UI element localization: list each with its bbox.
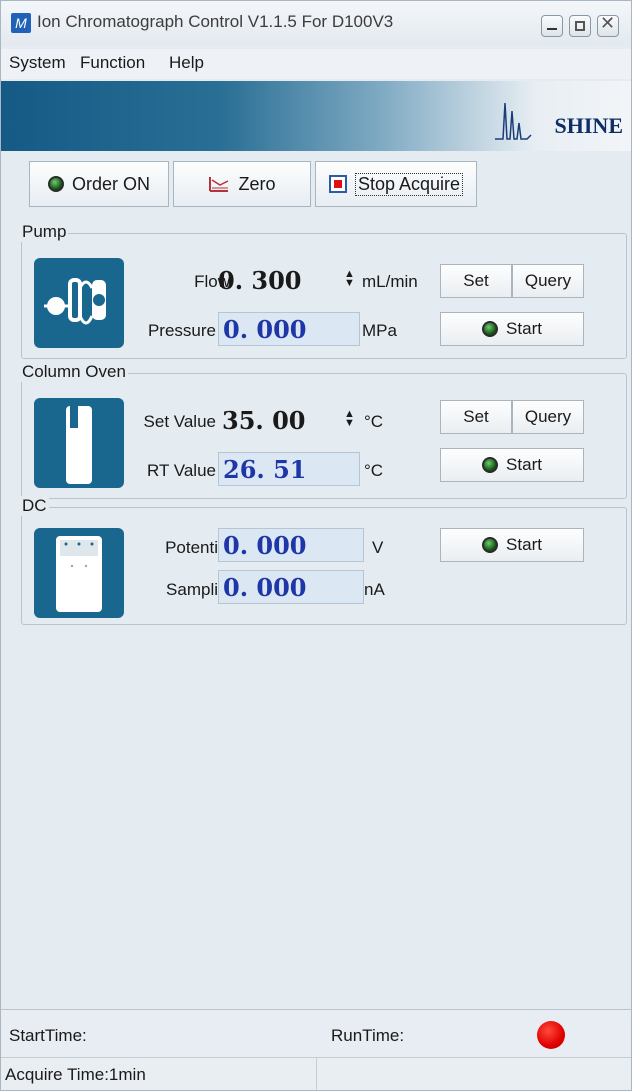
dc-title: DC	[20, 496, 49, 516]
pump-set-button[interactable]: Set	[440, 264, 512, 298]
oven-set-value-stepper[interactable]: ▲ ▼	[344, 409, 355, 429]
stop-acquire-label: Stop Acquire	[354, 172, 464, 196]
led-icon	[482, 321, 499, 337]
rt-value-label: RT Value	[147, 461, 216, 480]
pressure-label: Pressure	[147, 321, 216, 340]
zero-chart-icon	[209, 177, 229, 192]
pressure-unit: MPa	[362, 321, 397, 340]
potential-value: 0. 000	[218, 528, 364, 562]
oven-set-value-input[interactable]: 35. 00	[218, 404, 344, 438]
detector-icon	[34, 528, 124, 618]
oven-start-label: Start	[506, 455, 542, 474]
column-oven-icon	[34, 398, 124, 488]
status-indicator-icon	[537, 1021, 565, 1049]
sampling-unit: nA	[364, 580, 385, 599]
close-button[interactable]: ✕	[597, 13, 619, 37]
sampling-label: Sampli	[166, 580, 218, 599]
dc-start-button[interactable]: Start	[440, 528, 584, 562]
zero-label: Zero	[238, 173, 276, 194]
sampling-value: 0. 000	[218, 570, 364, 604]
toolbar: Order ON Zero Stop Acquire	[1, 153, 631, 213]
pump-group: Pump Flow 0. 300 ▲ ▼ mL/min Pressure 0. 0…	[20, 222, 627, 359]
pump-title: Pump	[20, 222, 69, 242]
potential-unit: V	[372, 538, 384, 557]
dc-group: DC Potenti 0. 000 V Sampli 0. 000 nA Sta…	[20, 496, 627, 625]
oven-set-button[interactable]: Set	[440, 400, 512, 434]
set-value-label: Set Value	[143, 412, 216, 431]
zero-button[interactable]: Zero	[173, 161, 311, 207]
potential-label: Potenti	[165, 538, 218, 557]
oven-set-unit: °C	[364, 412, 384, 431]
menu-help[interactable]: Help	[169, 53, 204, 73]
run-time-label: RunTime:	[331, 1026, 405, 1045]
led-icon	[482, 537, 499, 553]
oven-rt-value: 26. 51	[218, 452, 360, 486]
close-icon: ✕	[600, 13, 616, 33]
dc-start-label: Start	[506, 535, 542, 554]
maximize-icon	[575, 21, 585, 31]
stop-icon	[328, 175, 347, 193]
pressure-value: 0. 000	[218, 312, 360, 346]
start-time-label: StartTime:	[9, 1026, 87, 1045]
column-oven-group: Column Oven Set Value 35. 00 ▲ ▼ °C RT Va…	[20, 362, 627, 499]
menu-bar: System Function Help	[1, 49, 631, 79]
menu-system[interactable]: System	[9, 53, 66, 73]
pump-start-button[interactable]: Start	[440, 312, 584, 346]
main-window: M Ion Chromatograph Control V1.1.5 For D…	[0, 0, 632, 1091]
order-on-button[interactable]: Order ON	[29, 161, 169, 207]
menu-function[interactable]: Function	[80, 53, 145, 73]
pump-start-label: Start	[506, 319, 542, 338]
chromatogram-logo-icon	[495, 102, 532, 140]
led-icon	[482, 457, 499, 473]
shine-logo: SHINE	[493, 99, 623, 141]
oven-rt-unit: °C	[364, 461, 384, 480]
oven-query-button[interactable]: Query	[512, 400, 584, 434]
minimize-button[interactable]	[541, 15, 563, 37]
banner: SHINE	[1, 81, 631, 151]
acquire-status-bar: Acquire Time:1min	[1, 1057, 631, 1090]
flow-unit: mL/min	[362, 272, 418, 291]
window-title: Ion Chromatograph Control V1.1.5 For D10…	[37, 12, 394, 31]
order-on-label: Order ON	[71, 173, 150, 194]
led-icon	[47, 176, 64, 192]
minimize-icon	[547, 28, 557, 30]
app-icon: M	[11, 13, 31, 33]
maximize-button[interactable]	[569, 15, 591, 37]
logo-text: SHINE	[554, 113, 623, 138]
pump-icon	[34, 258, 124, 348]
acquire-time-text: Acquire Time:1min	[5, 1065, 146, 1084]
flow-stepper[interactable]: ▲ ▼	[344, 269, 355, 289]
oven-title: Column Oven	[20, 362, 128, 382]
stop-acquire-button[interactable]: Stop Acquire	[315, 161, 477, 207]
flow-input[interactable]: 0. 300	[214, 264, 344, 298]
pump-query-button[interactable]: Query	[512, 264, 584, 298]
status-divider	[316, 1058, 317, 1090]
oven-start-button[interactable]: Start	[440, 448, 584, 482]
title-bar: M Ion Chromatograph Control V1.1.5 For D…	[1, 1, 631, 45]
